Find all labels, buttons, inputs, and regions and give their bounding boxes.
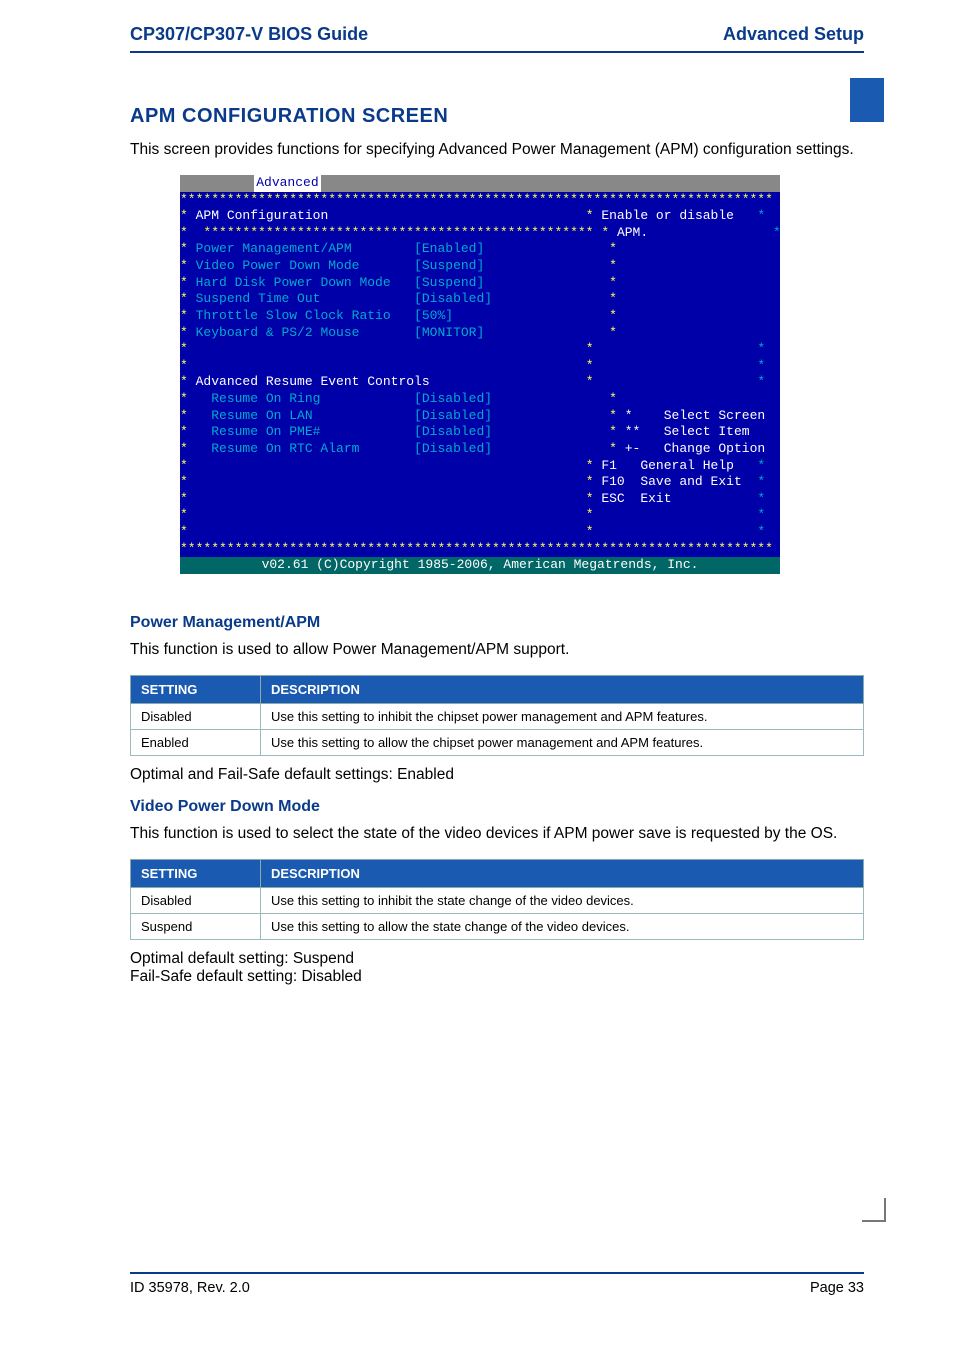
bios-item-video: Video Power Down Mode [Suspend] [196,258,485,273]
bios-resume-lan: Resume On LAN [Disabled] [211,408,492,423]
vpd-col-setting: SETTING [131,859,261,887]
footer-right: Page 33 [810,1280,864,1296]
table-row: Disabled Use this setting to inhibit the… [131,703,864,729]
crop-mark-icon [862,1198,886,1222]
section-intro: This screen provides functions for speci… [130,140,864,161]
nav-select-screen: * Select Screen [625,408,765,423]
table-row: Disabled Use this setting to inhibit the… [131,887,864,913]
header-left: CP307/CP307-V BIOS Guide [130,24,368,45]
nav-exit: ESC Exit [601,491,671,506]
vpd-table: SETTING DESCRIPTION Disabled Use this se… [130,859,864,940]
bios-screen: Advanced * *****************************… [180,175,780,574]
pm-table: SETTING DESCRIPTION Disabled Use this se… [130,675,864,756]
pm-col-setting: SETTING [131,675,261,703]
pm-defaults: Optimal and Fail-Safe default settings: … [130,766,864,784]
nav-select-item: ** Select Item [625,424,750,439]
vpd-heading: Video Power Down Mode [130,798,864,816]
nav-save-exit: F10 Save and Exit [601,474,741,489]
bios-resume-rtc: Resume On RTC Alarm [Disabled] [211,441,492,456]
bios-resume-pme: Resume On PME# [Disabled] [211,424,492,439]
page-header: CP307/CP307-V BIOS Guide Advanced Setup [130,24,864,53]
bios-item-hdd: Hard Disk Power Down Mode [Suspend] [196,275,485,290]
bios-item-suspend: Suspend Time Out [Disabled] [196,291,492,306]
pm-heading: Power Management/APM [130,614,864,632]
nav-general-help: F1 General Help [601,458,734,473]
table-row: Enabled Use this setting to allow the ch… [131,729,864,755]
table-row: Suspend Use this setting to allow the st… [131,913,864,939]
vpd-intro: This function is used to select the stat… [130,824,864,845]
pm-col-description: DESCRIPTION [261,675,864,703]
vpd-col-description: DESCRIPTION [261,859,864,887]
bios-tab-advanced: Advanced [254,175,320,192]
bios-item-throttle: Throttle Slow Clock Ratio [50%] [196,308,453,323]
vpd-defaults: Optimal default setting: Suspend Fail-Sa… [130,950,864,986]
bios-subhead: Advanced Resume Event Controls [196,374,430,389]
footer-left: ID 35978, Rev. 2.0 [130,1280,250,1296]
page-footer: ID 35978, Rev. 2.0 Page 33 [130,1272,864,1296]
bios-footer: v02.61 (C)Copyright 1985-2006, American … [180,557,780,574]
bios-help: Enable or disable [601,208,734,223]
header-right: Advanced Setup [723,24,864,45]
brand-corner-icon [824,78,884,138]
bios-item-keyboard: Keyboard & PS/2 Mouse [MONITOR] [196,325,485,340]
bios-resume-ring: Resume On Ring [Disabled] [211,391,492,406]
bios-title: APM Configuration [196,208,329,223]
pm-intro: This function is used to allow Power Man… [130,640,864,661]
nav-change-option: +- Change Option [625,441,765,456]
section-title: APM CONFIGURATION SCREEN [130,105,864,128]
bios-item-pm: Power Management/APM [Enabled] [196,241,485,256]
